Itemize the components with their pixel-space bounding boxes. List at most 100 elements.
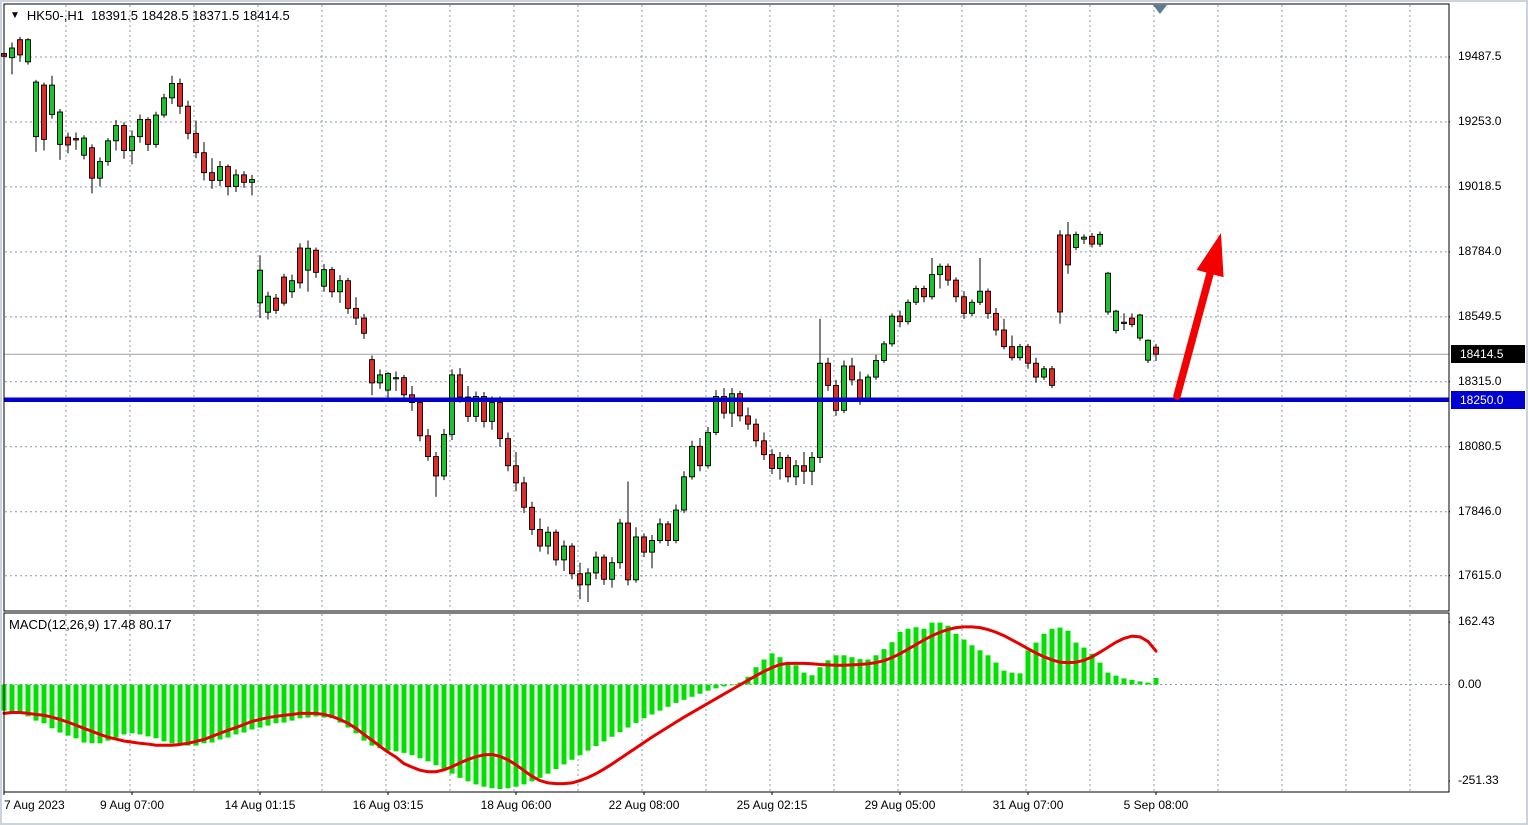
macd-histogram-bar bbox=[610, 685, 615, 737]
macd-histogram-bar bbox=[122, 685, 127, 735]
candle-body bbox=[354, 308, 359, 318]
candle-body bbox=[802, 466, 807, 472]
macd-histogram-bar bbox=[570, 685, 575, 760]
macd-histogram-bar bbox=[162, 685, 167, 742]
candle-body bbox=[994, 313, 999, 330]
macd-histogram-bar bbox=[490, 685, 495, 789]
main-panel-frame bbox=[4, 4, 1449, 611]
price-axis[interactable]: 19487.519253.019018.518784.018549.518315… bbox=[1450, 2, 1526, 817]
candle-body bbox=[402, 378, 407, 395]
candle-body bbox=[746, 416, 751, 424]
macd-histogram-bar bbox=[114, 685, 119, 738]
trend-arrow-shaft[interactable] bbox=[1177, 268, 1212, 396]
candle-body bbox=[330, 270, 335, 292]
symbol-header: ▼ HK50-,H1 18391.5 18428.5 18371.5 18414… bbox=[10, 8, 290, 23]
macd-histogram-bar bbox=[1098, 663, 1103, 685]
candle-body bbox=[978, 291, 983, 302]
macd-histogram-bar bbox=[530, 685, 535, 782]
candle-body bbox=[378, 375, 383, 383]
candle-body bbox=[210, 173, 215, 181]
macd-histogram-bar bbox=[506, 685, 511, 789]
macd-histogram-bar bbox=[338, 685, 343, 723]
candle-body bbox=[170, 83, 175, 97]
candle-body bbox=[282, 277, 287, 303]
chart-shift-marker-icon[interactable] bbox=[1153, 5, 1167, 14]
candle-body bbox=[266, 296, 271, 312]
macd-histogram-bar bbox=[626, 685, 631, 728]
candle-body bbox=[346, 281, 351, 309]
macd-histogram-bar bbox=[706, 685, 711, 691]
macd-histogram-bar bbox=[314, 685, 319, 717]
macd-histogram-bar bbox=[874, 655, 879, 684]
price-axis-label: 19253.0 bbox=[1458, 114, 1501, 128]
collapse-triangle-icon[interactable]: ▼ bbox=[10, 11, 20, 21]
macd-histogram-bar bbox=[914, 627, 919, 684]
macd-histogram-bar bbox=[546, 685, 551, 774]
macd-histogram-bar bbox=[962, 640, 967, 685]
candle-body bbox=[1058, 235, 1063, 312]
macd-histogram-bar bbox=[1034, 643, 1039, 685]
candle-body bbox=[442, 434, 447, 476]
macd-histogram-bar bbox=[378, 685, 383, 749]
macd-histogram-bar bbox=[1146, 683, 1151, 685]
candle-body bbox=[394, 378, 399, 379]
candle-body bbox=[1114, 311, 1119, 330]
candle-body bbox=[914, 288, 919, 302]
time-axis[interactable]: 7 Aug 20239 Aug 07:0014 Aug 01:1516 Aug … bbox=[2, 795, 1450, 817]
macd-histogram-bar bbox=[1002, 671, 1007, 685]
time-axis-label: 31 Aug 07:00 bbox=[993, 798, 1064, 812]
macd-histogram-bar bbox=[1026, 651, 1031, 685]
macd-histogram-bar bbox=[482, 685, 487, 787]
candle-body bbox=[1002, 330, 1007, 347]
macd-axis-label: 162.43 bbox=[1458, 614, 1495, 628]
candle-body bbox=[1106, 273, 1111, 312]
macd-histogram-bar bbox=[514, 685, 519, 787]
candle-body bbox=[338, 281, 343, 292]
macd-histogram-bar bbox=[1066, 631, 1071, 685]
macd-histogram-bar bbox=[986, 655, 991, 684]
candle-body bbox=[826, 363, 831, 385]
macd-histogram-bar bbox=[442, 685, 447, 770]
price-axis-label: 18549.5 bbox=[1458, 309, 1501, 323]
macd-histogram-bar bbox=[674, 685, 679, 703]
candle-body bbox=[42, 85, 47, 139]
time-axis-label: 18 Aug 06:00 bbox=[481, 798, 552, 812]
candle-body bbox=[858, 380, 863, 399]
candle-body bbox=[258, 270, 263, 303]
time-axis-label: 5 Sep 08:00 bbox=[1124, 798, 1189, 812]
macd-histogram-bar bbox=[786, 663, 791, 685]
candle-body bbox=[730, 394, 735, 413]
chart-canvas[interactable] bbox=[0, 0, 1528, 825]
candle-body bbox=[1154, 347, 1159, 354]
candle-body bbox=[426, 436, 431, 457]
macd-histogram-bar bbox=[66, 685, 71, 736]
macd-histogram-bar bbox=[634, 685, 639, 723]
macd-histogram-bar bbox=[842, 655, 847, 684]
candle-body bbox=[522, 483, 527, 507]
candle-body bbox=[1042, 369, 1047, 377]
macd-histogram-bar bbox=[10, 685, 15, 713]
macd-histogram-bar bbox=[578, 685, 583, 756]
macd-histogram-bar bbox=[954, 634, 959, 685]
price-axis-label: 18315.0 bbox=[1458, 374, 1501, 388]
candle-body bbox=[370, 360, 375, 383]
candle-body bbox=[386, 373, 391, 390]
macd-histogram-bar bbox=[1130, 680, 1135, 685]
candle-body bbox=[178, 83, 183, 106]
macd-histogram-bar bbox=[178, 685, 183, 745]
macd-axis-label: 0.00 bbox=[1458, 677, 1481, 691]
macd-histogram-bar bbox=[666, 685, 671, 707]
candle-body bbox=[122, 126, 127, 151]
candle-body bbox=[530, 507, 535, 529]
support-price-badge: 18250.0 bbox=[1451, 391, 1525, 409]
candle-body bbox=[1018, 347, 1023, 358]
macd-histogram-bar bbox=[1018, 673, 1023, 684]
trend-arrow-head[interactable] bbox=[1197, 233, 1224, 277]
candle-body bbox=[930, 275, 935, 297]
candle-body bbox=[794, 466, 799, 477]
macd-histogram-bar bbox=[1042, 634, 1047, 685]
candle-body bbox=[226, 167, 231, 187]
candle-body bbox=[130, 137, 135, 151]
candle-body bbox=[322, 270, 327, 287]
macd-histogram-bar bbox=[1154, 678, 1159, 685]
